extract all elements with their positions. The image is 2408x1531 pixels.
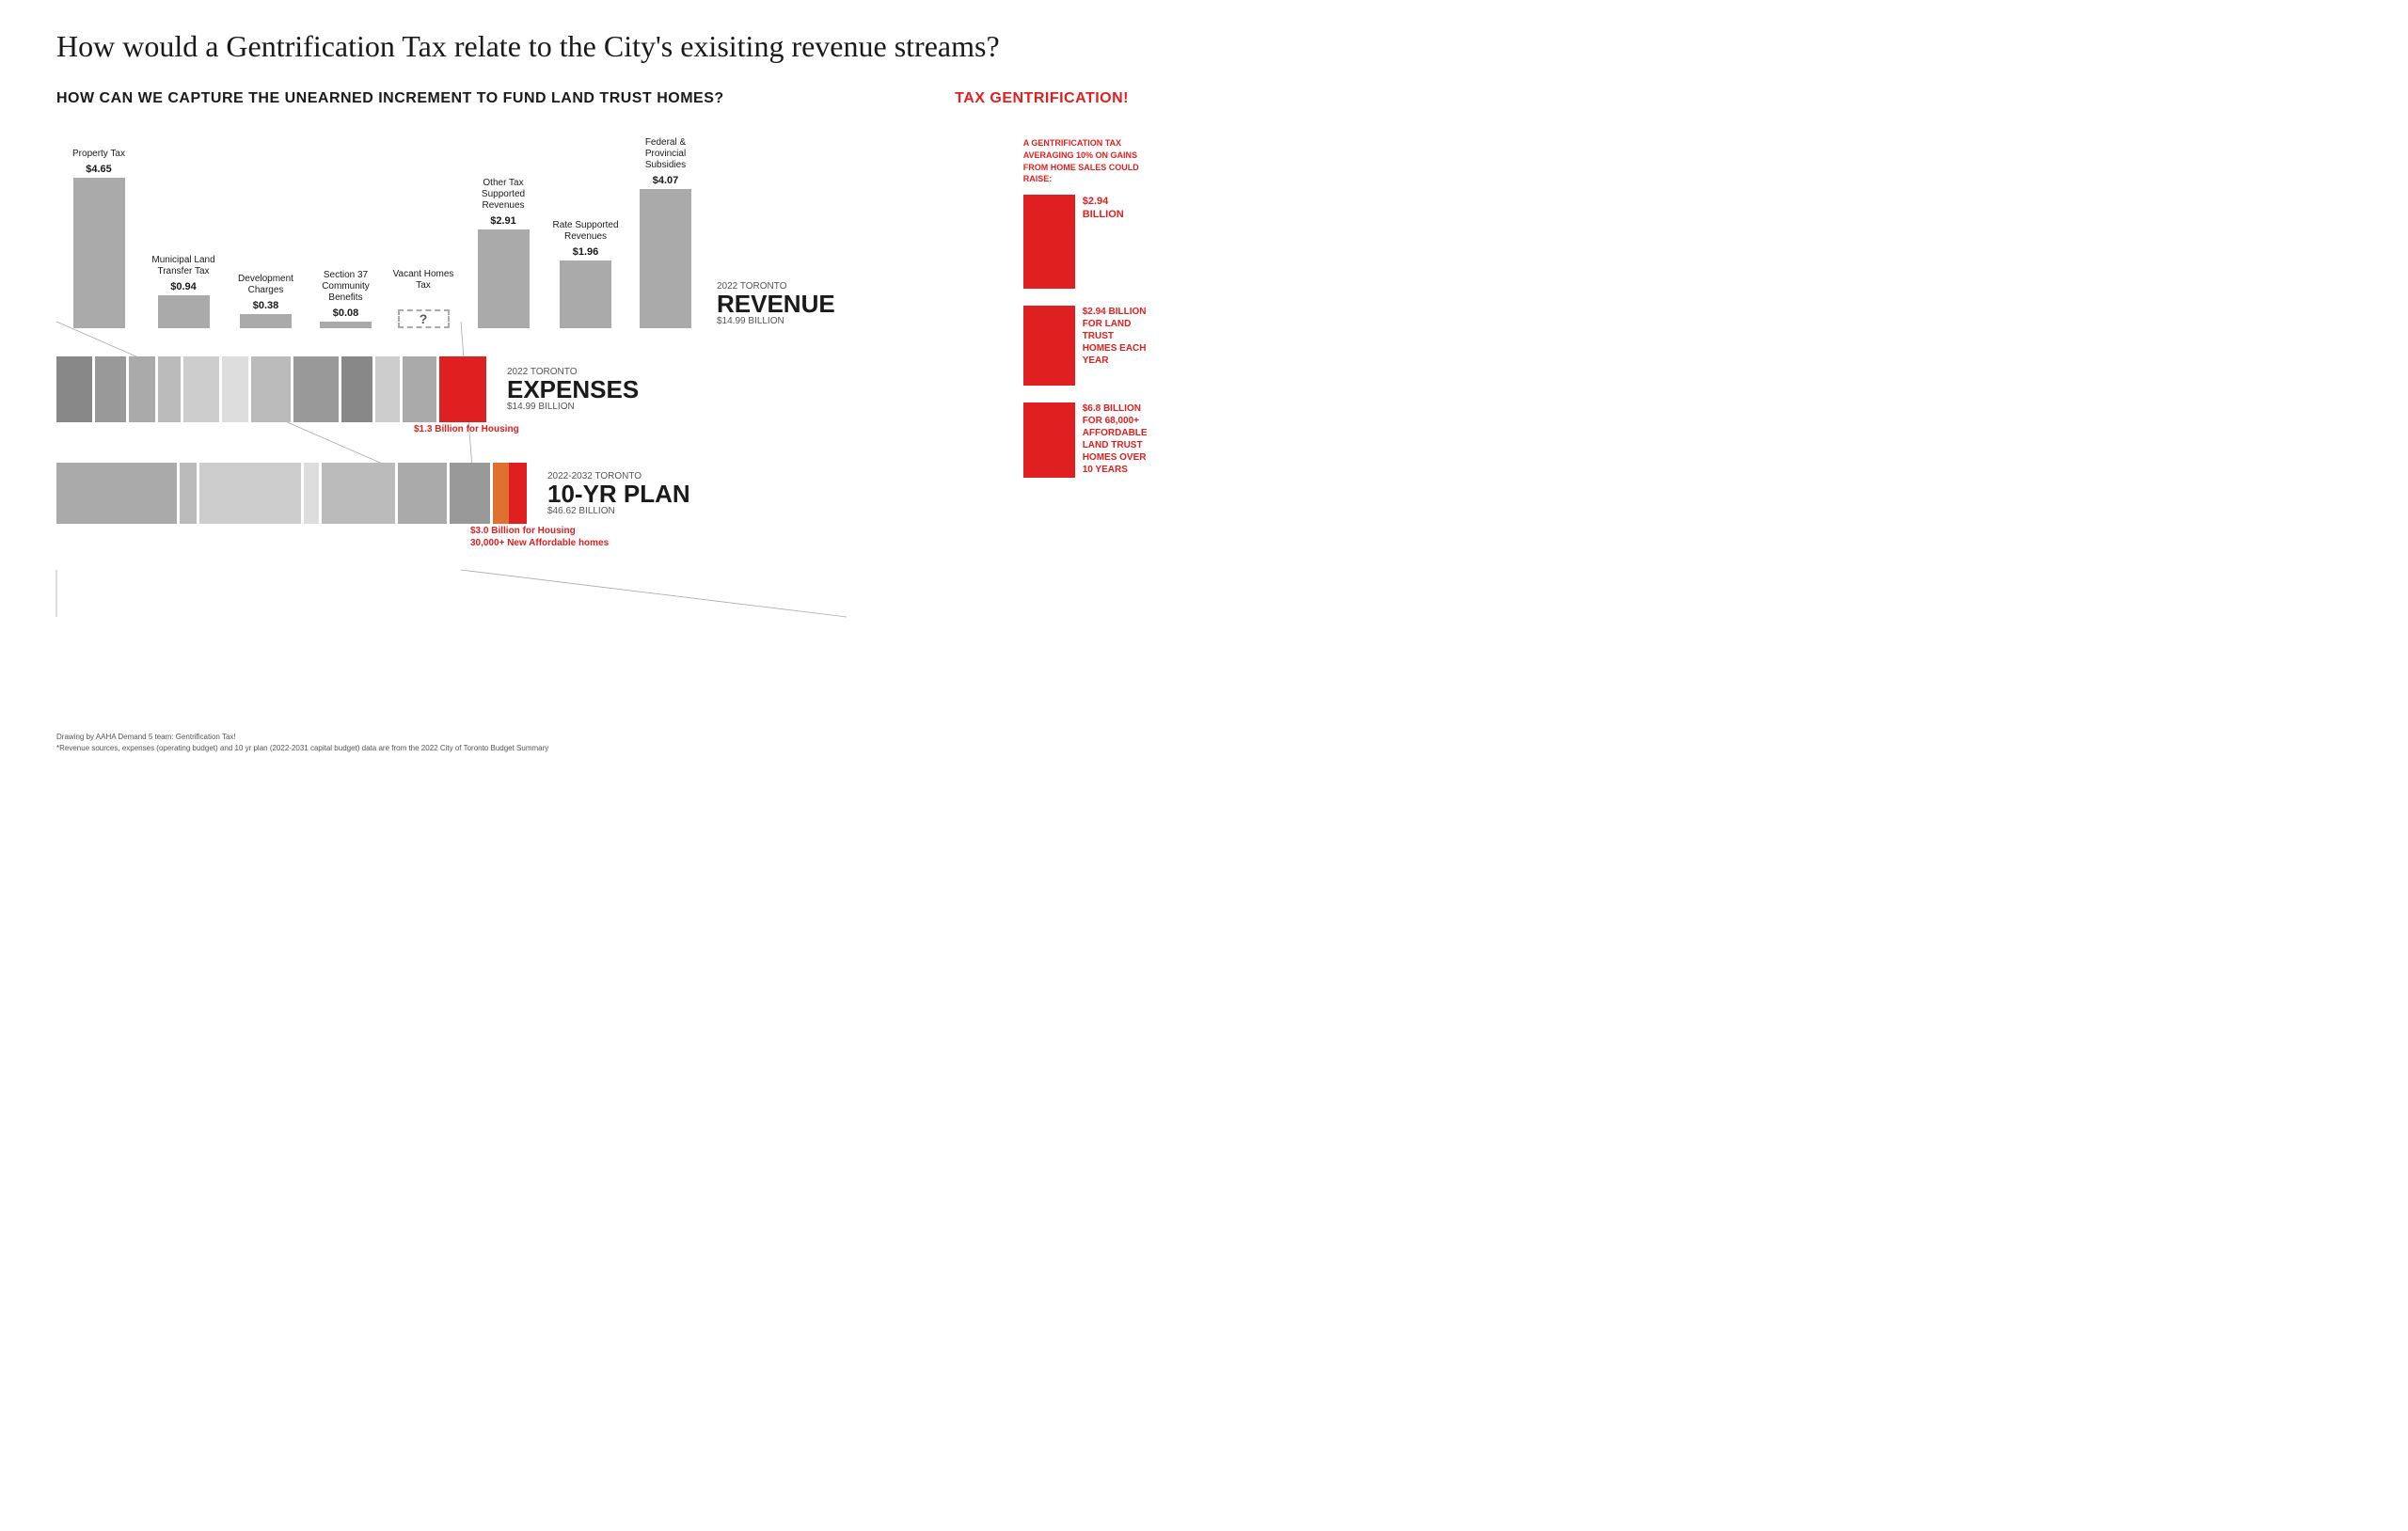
right-bar-1: $2.94 BILLION (1023, 195, 1148, 289)
tax-title: TAX GENTRIFICATION! (955, 90, 1129, 107)
mlt-bar: Municipal Land Transfer Tax $0.94 (141, 255, 226, 328)
tenyr-affordable-text: 30,000+ New Affordable homes (470, 538, 1005, 548)
property-tax-bar: Property Tax $4.65 (56, 149, 141, 328)
footer-line1: Drawing by AAHA Demand 5 team: Gentrific… (56, 732, 548, 743)
right-bar-3-label: $6.8 BILLION FOR 68,000+ AFFORDABLE LAND… (1083, 402, 1148, 476)
right-bar-3-rect (1023, 402, 1075, 478)
federal-value: $4.07 (653, 175, 679, 186)
othertax-bar: Other Tax Supported Revenues $2.91 (461, 178, 546, 328)
tenyr-label-box: 2022-2032 TORONTO 10-YR PLAN $46.62 BILL… (547, 471, 690, 516)
footer: Drawing by AAHA Demand 5 team: Gentrific… (56, 732, 548, 754)
federal-bar: Federal & Provincial Subsidies $4.07 (626, 137, 705, 328)
devcharges-bar: Development Charges $0.38 (226, 274, 306, 328)
right-panel-gap2 (1023, 395, 1148, 402)
federal-rect (640, 189, 691, 328)
footer-line2: *Revenue sources, expenses (operating bu… (56, 743, 548, 754)
tenyr-title: 10-YR PLAN (547, 481, 690, 506)
devcharges-rect (240, 314, 292, 328)
othertax-label: Other Tax Supported Revenues (466, 178, 541, 212)
right-bar-2-rect (1023, 306, 1075, 386)
right-panel-gap1 (1023, 298, 1148, 306)
tenyr-section: 2022-2032 TORONTO 10-YR PLAN $46.62 BILL… (56, 463, 1005, 548)
section37-value: $0.08 (333, 308, 359, 319)
revenue-label-box: 2022 TORONTO REVENUE $14.99 BILLION (717, 281, 835, 326)
revenue-amount: $14.99 BILLION (717, 316, 835, 326)
tenyr-housing-text: $3.0 Billion for Housing (470, 526, 1005, 536)
property-tax-label: Property Tax (61, 149, 136, 160)
mlt-rect (158, 295, 210, 328)
othertax-value: $2.91 (490, 215, 516, 227)
page: How would a Gentrification Tax relate to… (0, 0, 1204, 766)
ratesupported-value: $1.96 (573, 246, 599, 258)
revenue-title: REVENUE (717, 292, 835, 316)
right-bar-2: $2.94 BILLION FOR LAND TRUST HOMES EACH … (1023, 306, 1148, 386)
right-panel: A GENTRIFICATION TAX AVERAGING 10% ON GA… (1005, 137, 1148, 664)
right-bar-2-label: $2.94 BILLION FOR LAND TRUST HOMES EACH … (1083, 306, 1148, 367)
section37-bar: Section 37 Community Benefits $0.08 (306, 270, 386, 328)
ratesupported-label: Rate Supported Revenues (548, 220, 624, 243)
tenyr-housing-label: $3.0 Billion for Housing 30,000+ New Aff… (470, 526, 1005, 548)
right-bar-1-rect (1023, 195, 1075, 289)
section37-label: Section 37 Community Benefits (309, 270, 384, 304)
ratesupported-rect (560, 260, 611, 328)
right-bar-1-label: $2.94 BILLION (1083, 195, 1148, 222)
tenyr-stacked-bar (56, 463, 527, 524)
tax-desc: A GENTRIFICATION TAX AVERAGING 10% ON GA… (1023, 137, 1148, 184)
main-title: How would a Gentrification Tax relate to… (56, 28, 1148, 64)
mlt-label: Municipal Land Transfer Tax (146, 255, 221, 277)
vacant-label: Vacant Homes Tax (386, 269, 461, 292)
expenses-stacked-bar (56, 356, 486, 422)
expenses-title: EXPENSES (507, 377, 639, 402)
devcharges-label: Development Charges (229, 274, 304, 296)
property-tax-value: $4.65 (86, 164, 112, 175)
right-bar-3: $6.8 BILLION FOR 68,000+ AFFORDABLE LAND… (1023, 402, 1148, 478)
property-tax-rect (73, 178, 125, 328)
expenses-amount: $14.99 BILLION (507, 402, 639, 412)
mlt-value: $0.94 (170, 281, 197, 292)
section37-rect (320, 322, 372, 328)
expenses-label-box: 2022 TORONTO EXPENSES $14.99 BILLION (507, 367, 639, 412)
federal-label: Federal & Provincial Subsidies (628, 137, 704, 171)
vacant-rect: ? (398, 309, 450, 328)
devcharges-value: $0.38 (253, 300, 279, 311)
subtitle: HOW CAN WE CAPTURE THE UNEARNED INCREMEN… (56, 90, 724, 107)
ratesupported-bar: Rate Supported Revenues $1.96 (546, 220, 626, 328)
expenses-section: 2022 TORONTO EXPENSES $14.99 BILLION $1.… (56, 356, 1005, 434)
othertax-rect (478, 229, 530, 328)
vacant-bar: Vacant Homes Tax ? ? (386, 269, 461, 328)
expenses-housing-label: $1.3 Billion for Housing (414, 424, 1005, 434)
